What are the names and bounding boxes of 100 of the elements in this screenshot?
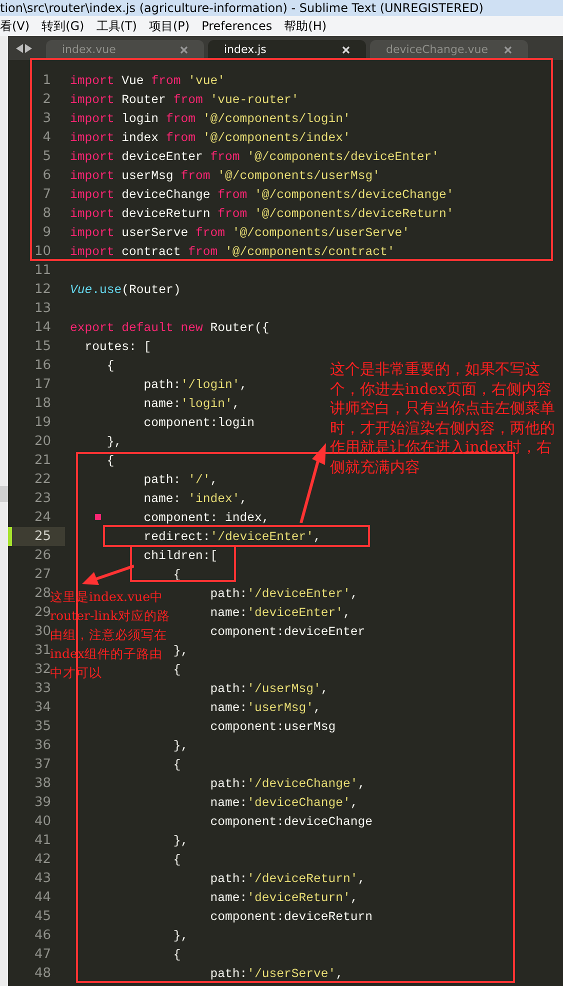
code-line: path: '/', <box>144 472 218 488</box>
code-line: component:deviceEnter <box>210 624 366 640</box>
tab-label: index.vue <box>62 42 116 58</box>
line-number: 17 <box>34 376 51 394</box>
line-number: 36 <box>34 737 51 755</box>
line-number: 40 <box>34 813 51 831</box>
code-line: import deviceChange from '@/components/deviceChange' <box>70 186 454 202</box>
code-line: path:'/userServe', <box>210 966 344 982</box>
code-line: routes: [ <box>84 338 152 354</box>
line-number: 1 <box>42 72 51 90</box>
window-title: tion\src\router\index.js (agriculture-information) - Sublime Text (UNREGISTERED) <box>0 1 484 15</box>
menu-item[interactable]: 项目(P) <box>148 17 190 35</box>
line-number: 8 <box>42 205 51 223</box>
line-number: 14 <box>34 319 51 337</box>
file-tab[interactable]: index.js <box>208 40 366 60</box>
code-line: import deviceEnter from '@/components/deviceEnter' <box>70 148 439 164</box>
code-line: name:'deviceEnter', <box>210 604 350 620</box>
line-number: 33 <box>34 680 51 698</box>
code-line: component:deviceReturn <box>210 908 373 924</box>
code-line: path:'/userMsg', <box>210 680 328 696</box>
line-number: 16 <box>34 357 51 375</box>
menu-item[interactable]: 帮助(H) <box>284 17 327 35</box>
line-number: 12 <box>34 281 51 299</box>
code-line: }, <box>173 738 188 754</box>
menu-item[interactable]: 转到(G) <box>42 17 84 35</box>
line-number: 47 <box>34 946 51 964</box>
code-line: { <box>173 852 181 868</box>
code-line: redirect:'/deviceEnter', <box>144 528 321 544</box>
code-line: import userMsg from '@/components/userMsg' <box>70 168 380 184</box>
line-number: 30 <box>34 623 51 641</box>
annotation-text: 这个是非常重要的，如果不写这个，你进去index页面，右侧内容讲师空白，只有当你点击左侧菜单时，才开始渲染右侧内容，两他的作用就是让你在进入index时，右侧就充满内容 <box>330 360 556 477</box>
code-line: name: 'index', <box>144 490 248 506</box>
bookmark-marker <box>95 514 101 520</box>
menu-item[interactable]: 看(V) <box>0 17 30 35</box>
line-number: 28 <box>34 585 51 601</box>
line-number: 41 <box>34 832 51 850</box>
code-line: path:'/deviceChange', <box>210 776 366 792</box>
line-number: 2 <box>42 91 51 109</box>
code-line: { <box>106 358 114 374</box>
code-line: import login from '@/components/login' <box>70 110 350 126</box>
code-line: name:'deviceChange', <box>210 794 358 810</box>
code-line: }, <box>173 832 188 848</box>
forward-icon[interactable] <box>25 44 32 52</box>
code-line: import deviceReturn from '@/components/deviceReturn' <box>70 206 454 222</box>
line-number: 29 <box>34 604 51 620</box>
line-number: 21 <box>34 452 51 470</box>
code-line: path:'/deviceEnter', <box>210 586 358 602</box>
line-number: 39 <box>34 794 51 812</box>
line-number: 13 <box>34 300 51 318</box>
line-number: 9 <box>42 224 51 242</box>
line-number: 37 <box>34 756 51 774</box>
tab-label: deviceChange.vue <box>386 42 488 58</box>
line-number: 32 <box>34 661 51 677</box>
code-line: { <box>173 756 181 772</box>
code-line: }, <box>106 434 122 450</box>
code-line: component:deviceChange <box>210 814 373 830</box>
line-number: 26 <box>34 547 51 565</box>
code-line: { <box>106 452 114 468</box>
back-icon[interactable] <box>16 44 23 52</box>
line-number: 19 <box>34 414 51 432</box>
arrow-left <box>82 564 134 586</box>
code-line: component:userMsg <box>210 718 336 734</box>
line-number: 45 <box>34 908 51 926</box>
tab-label: index.js <box>224 42 266 58</box>
line-number: 6 <box>42 167 51 185</box>
code-line: import contract from '@/components/contract' <box>70 244 395 260</box>
line-number: 38 <box>34 775 51 793</box>
code-line: path:'/login', <box>144 376 248 392</box>
line-number: 23 <box>34 490 51 508</box>
line-number: 11 <box>34 262 51 280</box>
line-number: 27 <box>34 566 51 584</box>
code-line: component:login <box>144 414 254 430</box>
code-line: import index from '@/components/index' <box>70 130 350 146</box>
code-line: name:'deviceReturn', <box>210 890 358 906</box>
code-line: path:'/deviceReturn', <box>210 870 366 886</box>
line-number: 10 <box>34 243 51 261</box>
line-number: 34 <box>34 699 51 717</box>
code-line: { <box>173 662 181 678</box>
code-line: component: index, <box>144 510 270 526</box>
line-number: 20 <box>34 433 51 451</box>
code-line: children:[ <box>144 548 218 564</box>
code-line: name:'login', <box>144 396 240 412</box>
code-line: }, <box>173 928 188 944</box>
code-line: import Vue from 'vue' <box>70 72 225 88</box>
code-line: name:'userMsg', <box>210 700 321 716</box>
line-number: 7 <box>42 186 51 204</box>
line-number: 5 <box>42 148 51 166</box>
code-line: Vue.use(Router) <box>70 282 181 298</box>
code-line: import userServe from '@/components/userServe' <box>70 224 410 240</box>
line-number: 46 <box>34 927 51 945</box>
code-line: }, <box>173 642 188 658</box>
line-number: 44 <box>34 889 51 907</box>
menu-item[interactable]: Preferences <box>202 17 272 35</box>
line-number: 35 <box>34 718 51 736</box>
line-number: 22 <box>34 471 51 489</box>
code-line: export default new Router({ <box>70 320 270 336</box>
line-number: 43 <box>34 870 51 888</box>
code-line: { <box>173 946 181 962</box>
menu-item[interactable]: 工具(T) <box>96 17 137 35</box>
code-line: import Router from 'vue-router' <box>70 92 299 108</box>
